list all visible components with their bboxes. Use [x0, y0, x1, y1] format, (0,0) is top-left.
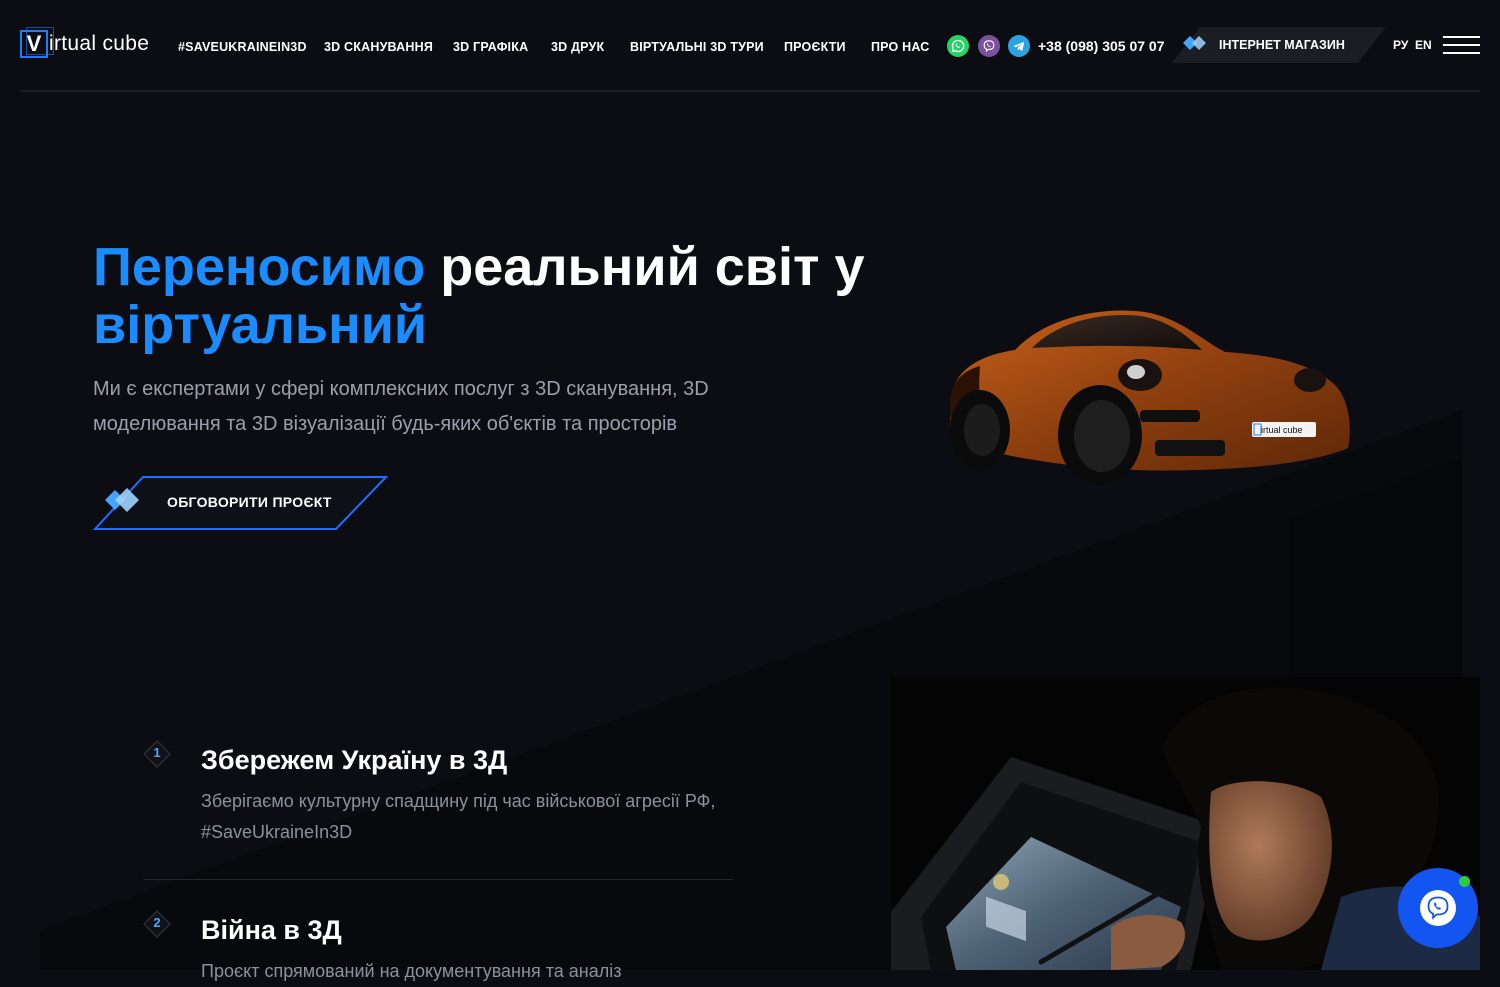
feature-divider — [143, 879, 733, 880]
car-plate-text: irtual cube — [1261, 425, 1303, 435]
nav-item-3d-print[interactable]: 3D ДРУК — [551, 40, 604, 54]
hero-subtitle: Ми є експертами у сфері комплексних посл… — [93, 378, 709, 435]
nav-item-3d-graphics[interactable]: 3D ГРАФІКА — [453, 40, 528, 54]
car-3d-model-image: irtual cube — [950, 310, 1350, 485]
whatsapp-icon[interactable] — [947, 35, 969, 57]
menu-hamburger-icon[interactable] — [1443, 36, 1480, 54]
viber-icon[interactable] — [978, 35, 1000, 57]
online-status-dot — [1459, 876, 1470, 887]
nav-item-3d-scanning[interactable]: 3D СКАНУВАННЯ — [324, 40, 433, 54]
nav-item-projects[interactable]: ПРОЄКТИ — [784, 40, 846, 54]
hero-title-highlight-2: віртуальний — [93, 295, 428, 355]
site-header: V irtual cube #SAVEUKRAINEIN3D 3D СКАНУВ… — [0, 0, 1500, 92]
phone-number[interactable]: +38 (098) 305 07 07 — [1038, 38, 1165, 54]
online-shop-button[interactable]: ІНТЕРНЕТ МАГАЗИН — [1172, 27, 1386, 63]
nav-item-saveukraine[interactable]: #SAVEUKRAINEIN3D — [178, 40, 307, 54]
feature-description: Проєкт спрямований на документування та … — [201, 961, 622, 981]
discuss-project-button[interactable]: ОБГОВОРИТИ ПРОЄКТ — [92, 475, 389, 531]
feature-description: Зберігаємо культурну спадщину під час ві… — [201, 791, 716, 842]
nav-item-virtual-tours[interactable]: ВІРТУАЛЬНІ 3D ТУРИ — [630, 40, 764, 54]
feature-title: Збережем Україну в 3Д — [201, 745, 508, 775]
logo-text: irtual cube — [49, 32, 150, 55]
lang-en[interactable]: EN — [1415, 38, 1432, 52]
hero-title-rest: реальний світ у — [425, 237, 865, 297]
logo-letter: V — [26, 31, 42, 56]
cta-label: ОБГОВОРИТИ ПРОЄКТ — [167, 494, 332, 510]
feature-number: 1 — [153, 745, 161, 760]
designer-tablet-photo — [891, 677, 1480, 970]
feature-title: Війна в 3Д — [201, 915, 342, 945]
feature-number: 2 — [153, 915, 161, 930]
lang-ru[interactable]: РУ — [1393, 38, 1408, 52]
nav-item-about[interactable]: ПРО НАС — [871, 40, 930, 54]
hero-title: Переносимо реальний світ у віртуальний — [93, 238, 893, 354]
hero-title-highlight: Переносимо — [93, 237, 426, 297]
logo[interactable]: V irtual cube — [20, 27, 150, 60]
telegram-icon[interactable] — [1008, 35, 1030, 57]
logo-cube-icon: V — [20, 27, 54, 58]
number-diamond-icon: 1 — [143, 740, 171, 768]
number-diamond-icon: 2 — [143, 910, 171, 938]
viber-chat-icon — [1420, 890, 1456, 926]
shop-label: ІНТЕРНЕТ МАГАЗИН — [1219, 38, 1345, 52]
